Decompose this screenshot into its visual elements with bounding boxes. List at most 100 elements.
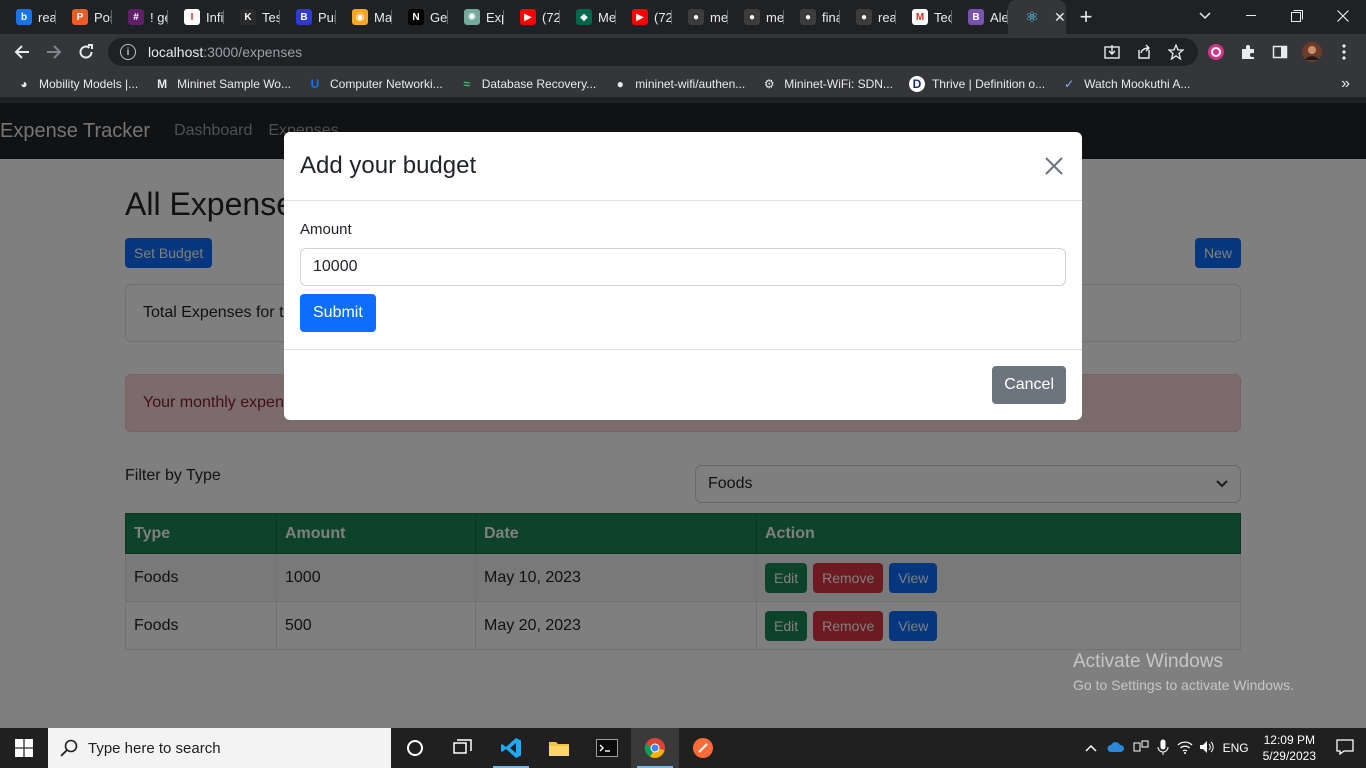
bookmark-item[interactable]: M Mininet Sample Wo... (154, 76, 291, 92)
tab-title: real (38, 9, 56, 25)
vscode-icon[interactable] (487, 728, 535, 768)
more-bookmarks-icon[interactable]: » (1341, 75, 1350, 93)
browser-tab[interactable]: ◉ Ma (336, 0, 392, 34)
file-explorer-icon[interactable] (535, 728, 583, 768)
tab-favicon-icon: # (128, 9, 144, 25)
tab-title: (72 (542, 9, 560, 25)
tab-title: Get (430, 9, 448, 25)
reload-icon[interactable] (70, 36, 102, 68)
avatar[interactable] (1302, 42, 1322, 62)
browser-tab[interactable]: breal (0, 0, 56, 34)
bookmark-item[interactable]: D Thrive | Definition o... (908, 75, 1046, 92)
taskbar-search[interactable]: Type here to search (48, 728, 391, 768)
bookmark-label: Mininet-WiFi: SDN... (784, 76, 893, 91)
cancel-button[interactable]: Cancel (992, 365, 1066, 404)
tab-active-expenses[interactable]: ⚛ ✕ (1008, 0, 1066, 34)
amount-input[interactable]: 10000 (300, 248, 1066, 286)
microphone-icon[interactable] (1157, 739, 1169, 758)
close-window-icon[interactable] (1320, 0, 1366, 32)
address-bar[interactable]: i localhost:3000/expenses (108, 38, 1198, 66)
minimize-icon[interactable] (1228, 0, 1274, 32)
task-view-icon[interactable] (439, 728, 487, 768)
clock[interactable]: 12:09 PM 5/29/2023 (1263, 732, 1316, 764)
restore-icon[interactable] (1274, 0, 1320, 32)
windows-taskbar: Type here to search ENG 12:09 PM 5/29/20… (0, 728, 1366, 768)
browser-tab[interactable]: ● rea (840, 0, 896, 34)
onedrive-icon[interactable] (1107, 741, 1125, 756)
browser-tab[interactable]: I Infi (168, 0, 224, 34)
search-placeholder: Type here to search (88, 739, 221, 757)
side-panel-icon[interactable] (1270, 42, 1290, 62)
tab-title: Tes (262, 9, 280, 25)
bookmark-item[interactable]: ◕ Mobility Models |... (16, 76, 138, 92)
browser-tab[interactable]: M Tec (896, 0, 952, 34)
submit-button[interactable]: Submit (300, 294, 376, 332)
install-icon[interactable] (1102, 42, 1122, 62)
browser-tab[interactable]: ◆ Me (560, 0, 616, 34)
browser-tab[interactable]: P Pos (56, 0, 112, 34)
tab-favicon-icon: N (408, 9, 424, 25)
browser-tab[interactable]: ▶ (72 (616, 0, 672, 34)
bookmark-favicon-icon: ⚙ (763, 76, 775, 91)
tab-title: Pur (318, 9, 336, 25)
tab-favicon-icon: P (72, 9, 88, 25)
modal-header: Add your budget (284, 132, 1082, 201)
browser-tab[interactable]: B Ale (952, 0, 1008, 34)
extensions-puzzle-icon[interactable] (1238, 42, 1258, 62)
browser-tab[interactable]: # ! ge (112, 0, 168, 34)
close-icon[interactable] (1042, 154, 1066, 178)
tab-title: fina (822, 9, 840, 25)
bookmark-label: Mininet Sample Wo... (177, 76, 291, 91)
bookmark-item[interactable]: ≈ Database Recovery... (459, 76, 596, 92)
extension-icon[interactable] (1206, 42, 1226, 62)
browser-tab[interactable]: B Pur (280, 0, 336, 34)
bookmark-label: Thrive | Definition o... (931, 76, 1046, 91)
bookmark-star-icon[interactable] (1166, 42, 1186, 62)
wifi-icon[interactable] (1177, 740, 1193, 757)
network-devices-icon[interactable] (1133, 740, 1149, 757)
browser-tab[interactable]: K Tes (224, 0, 280, 34)
tab-title: Exp (486, 9, 504, 25)
volume-icon[interactable] (1199, 740, 1215, 757)
back-icon[interactable] (6, 36, 38, 68)
chrome-icon[interactable] (631, 728, 679, 768)
postman-icon[interactable] (679, 728, 727, 768)
bookmark-item[interactable]: ⚙ Mininet-WiFi: SDN... (761, 76, 893, 92)
tab-favicon-icon: ◉ (352, 9, 368, 25)
browser-tab[interactable]: ● fina (784, 0, 840, 34)
menu-icon[interactable] (1334, 42, 1354, 62)
browser-toolbar: i localhost:3000/expenses (0, 34, 1366, 70)
terminal-icon[interactable] (583, 728, 631, 768)
bookmark-item[interactable]: ● mininet-wifi/authen... (612, 76, 746, 92)
tab-favicon-icon: b (16, 9, 32, 25)
bookmark-item[interactable]: U Computer Networki... (307, 76, 443, 92)
bookmark-favicon-icon: U (310, 76, 320, 91)
tab-search-icon[interactable] (1182, 0, 1228, 32)
tab-favicon-icon: B (968, 9, 984, 25)
bookmark-favicon-icon: ≈ (463, 76, 470, 91)
browser-tab[interactable]: ● me (672, 0, 728, 34)
tab-favicon-icon: M (912, 9, 928, 25)
browser-tab[interactable]: ✺ Exp (448, 0, 504, 34)
watermark-title: Activate Windows (1073, 651, 1223, 672)
budget-modal: Add your budget Amount 10000 Submit Canc… (284, 132, 1082, 420)
share-icon[interactable] (1134, 42, 1154, 62)
show-hidden-icons-icon[interactable] (1085, 741, 1097, 755)
bookmark-item[interactable]: ✓ Watch Mookuthi A... (1061, 76, 1190, 92)
language-indicator[interactable]: ENG (1223, 741, 1249, 755)
tab-favicon-icon: ● (800, 9, 816, 25)
tab-title: Infi (206, 9, 224, 25)
url-path: :3000/expenses (203, 44, 303, 60)
search-icon (60, 739, 80, 757)
tab-favicon-icon: ▶ (632, 9, 648, 25)
browser-tab[interactable]: ● me (728, 0, 784, 34)
close-tab-icon[interactable]: ✕ (1054, 9, 1066, 26)
windows-start-icon[interactable] (0, 728, 48, 768)
cortana-icon[interactable] (391, 728, 439, 768)
notifications-icon[interactable] (1336, 738, 1354, 758)
site-info-icon[interactable]: i (120, 44, 136, 60)
browser-tab[interactable]: ▶ (72 (504, 0, 560, 34)
forward-icon[interactable] (38, 36, 70, 68)
new-tab-button[interactable]: + (1066, 4, 1106, 30)
browser-tab[interactable]: N Get (392, 0, 448, 34)
